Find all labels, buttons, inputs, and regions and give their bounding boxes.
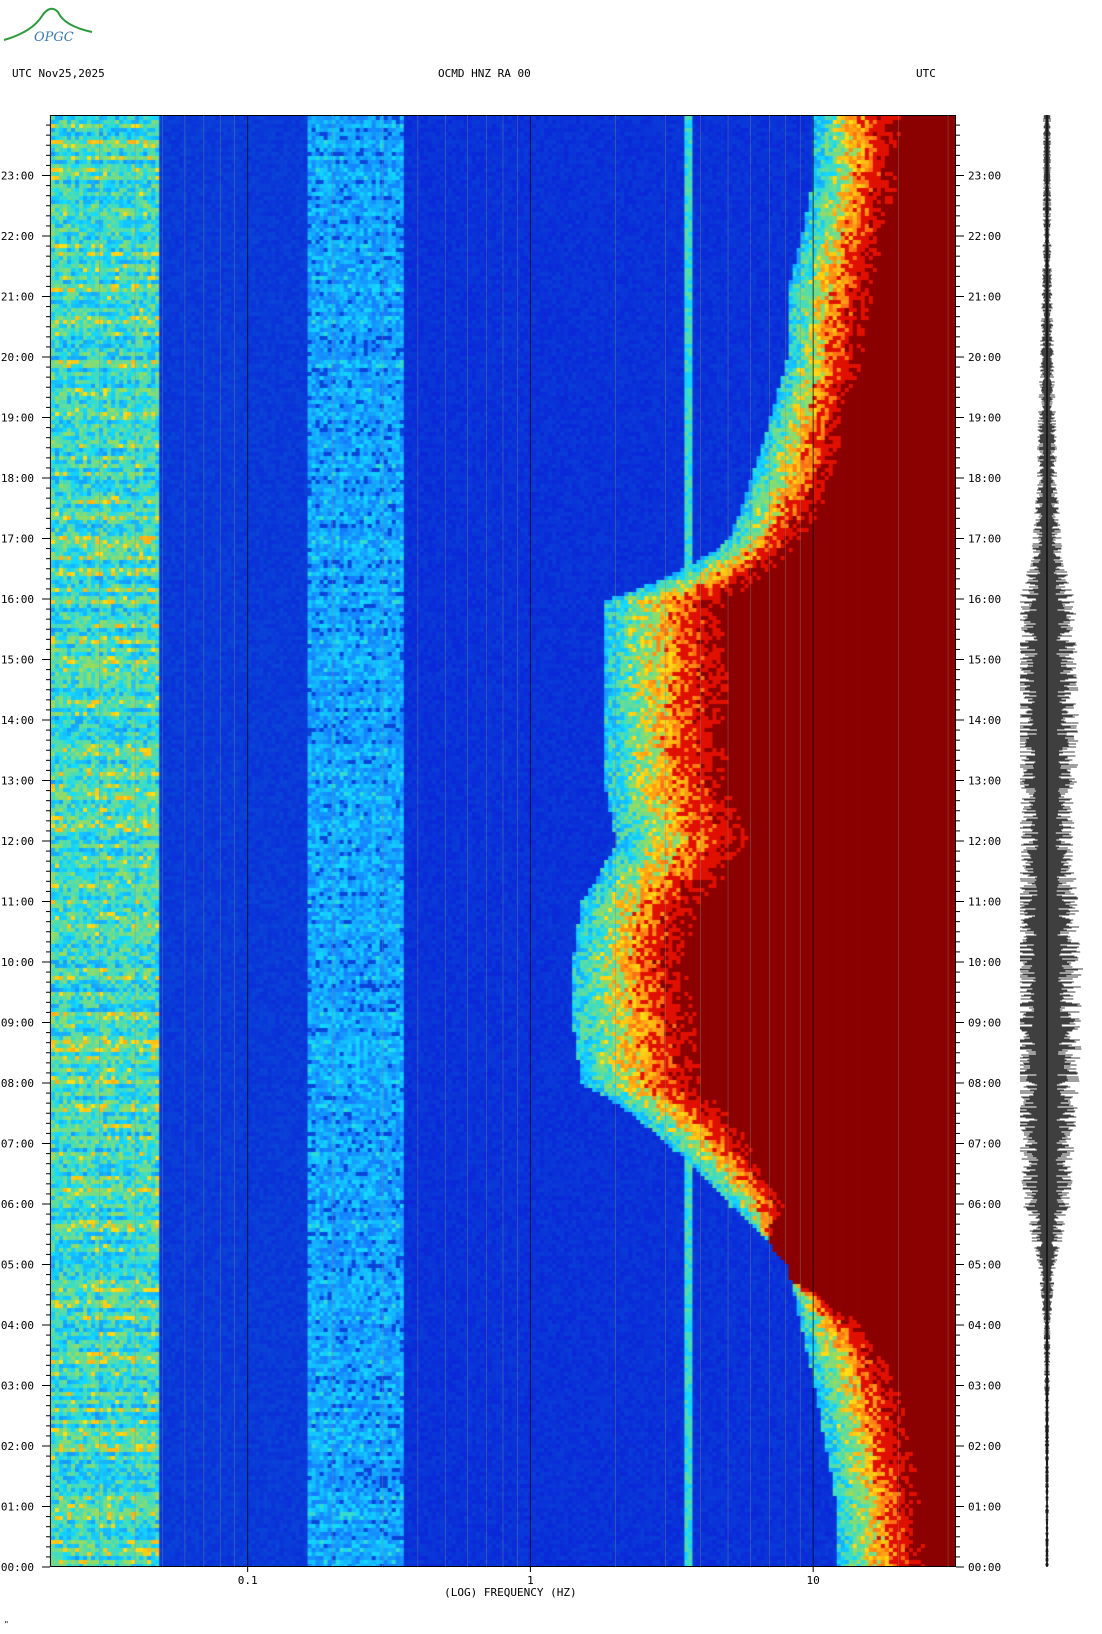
y-tick-label-right: 16:00: [968, 593, 1001, 606]
y-tick-label-left: 14:00: [1, 714, 34, 727]
y-tick-label-left: 03:00: [1, 1380, 34, 1393]
footer-mark: ": [4, 1620, 9, 1629]
y-tick-label-right: 08:00: [968, 1077, 1001, 1090]
y-tick-label-right: 05:00: [968, 1259, 1001, 1272]
x-tick-label: 0.1: [238, 1574, 258, 1587]
y-tick-label-left: 22:00: [1, 230, 34, 243]
y-tick-label-right: 10:00: [968, 956, 1001, 969]
y-tick-label-left: 13:00: [1, 775, 34, 788]
y-tick-label-right: 03:00: [968, 1380, 1001, 1393]
y-tick-label-right: 14:00: [968, 714, 1001, 727]
y-tick-label-right: 17:00: [968, 533, 1001, 546]
y-tick-label-left: 19:00: [1, 412, 34, 425]
y-tick-label-left: 01:00: [1, 1501, 34, 1514]
y-tick-label-right: 02:00: [968, 1440, 1001, 1453]
y-tick-label-right: 12:00: [968, 835, 1001, 848]
y-tick-label-right: 11:00: [968, 896, 1001, 909]
seismogram-wiggles: [1020, 115, 1083, 1567]
y-tick-label-left: 04:00: [1, 1319, 34, 1332]
y-tick-label-left: 15:00: [1, 654, 34, 667]
y-tick-label-left: 10:00: [1, 956, 34, 969]
y-tick-label-left: 08:00: [1, 1077, 34, 1090]
y-tick-label-right: 19:00: [968, 412, 1001, 425]
y-tick-label-left: 20:00: [1, 351, 34, 364]
y-tick-label-left: 16:00: [1, 593, 34, 606]
y-tick-label-right: 21:00: [968, 291, 1001, 304]
seismogram-trace: [1020, 115, 1083, 1567]
y-tick-label-right: 00:00: [968, 1561, 1001, 1574]
y-tick-label-left: 21:00: [1, 291, 34, 304]
y-tick-label-right: 23:00: [968, 170, 1001, 183]
y-tick-label-right: 04:00: [968, 1319, 1001, 1332]
y-tick-label-right: 22:00: [968, 230, 1001, 243]
y-tick-label-right: 15:00: [968, 654, 1001, 667]
x-axis-label: (LOG) FREQUENCY (HZ): [444, 1586, 576, 1599]
y-tick-label-left: 17:00: [1, 533, 34, 546]
x-tick-label: 10: [807, 1574, 820, 1587]
y-tick-label-left: 05:00: [1, 1259, 34, 1272]
y-tick-label-left: 12:00: [1, 835, 34, 848]
y-tick-label-right: 01:00: [968, 1501, 1001, 1514]
y-tick-label-left: 18:00: [1, 472, 34, 485]
y-tick-label-left: 11:00: [1, 896, 34, 909]
y-tick-label-left: 23:00: [1, 170, 34, 183]
y-tick-label-right: 13:00: [968, 775, 1001, 788]
y-tick-label-left: 09:00: [1, 1017, 34, 1030]
spectrogram-axes: 0.1 1 10(LOG) FREQUENCY (HZ)00:00 00:0001:0…: [1, 115, 1001, 1599]
y-tick-label-left: 02:00: [1, 1440, 34, 1453]
y-tick-label-left: 06:00: [1, 1198, 34, 1211]
y-tick-label-right: 20:00: [968, 351, 1001, 364]
y-tick-label-right: 07:00: [968, 1138, 1001, 1151]
y-tick-label-left: 07:00: [1, 1138, 34, 1151]
y-tick-label-left: 00:00: [1, 1561, 34, 1574]
y-tick-label-right: 18:00: [968, 472, 1001, 485]
y-tick-label-right: 09:00: [968, 1017, 1001, 1030]
y-tick-label-right: 06:00: [968, 1198, 1001, 1211]
